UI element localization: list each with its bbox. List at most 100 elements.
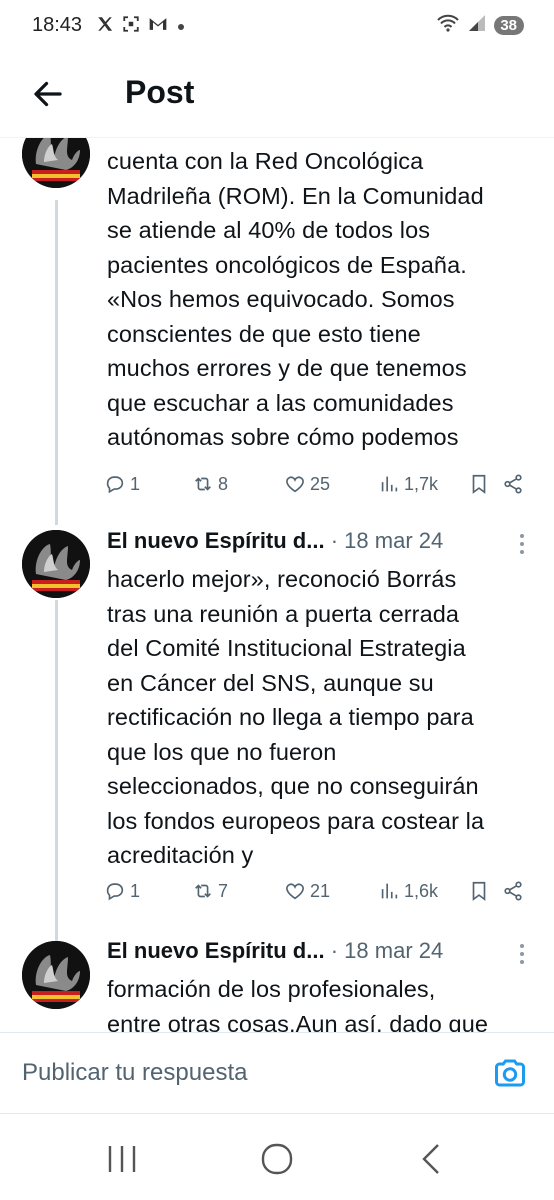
more-vertical-icon — [520, 944, 524, 948]
views-button[interactable]: 1,6k — [378, 880, 438, 902]
more-options-button[interactable] — [518, 944, 526, 968]
thread-connector — [55, 600, 58, 942]
post-text-line: «Nos hemos equivocado. Somos — [107, 286, 455, 312]
post-actions: 1 8 25 1,7k — [104, 473, 529, 503]
nav-back-button[interactable] — [412, 1142, 452, 1176]
home-circle-icon — [261, 1143, 293, 1175]
post-text: formación de los profesionales, entre ot… — [107, 972, 537, 1032]
more-options-button[interactable] — [518, 534, 526, 558]
post-text-line: rectificación no llega a tiempo para — [107, 704, 474, 730]
more-vertical-icon-dot — [520, 960, 524, 964]
like-button[interactable]: 25 — [284, 473, 330, 495]
post-text-line: conscientes de que esto tiene — [107, 320, 421, 347]
post-text-line: del Comité Institucional Estrategia — [107, 635, 466, 661]
post-actions: 1 7 21 1,6k — [104, 880, 529, 910]
bookmark-button[interactable] — [468, 473, 490, 495]
recent-apps-button[interactable] — [102, 1142, 142, 1176]
arrow-left-icon — [34, 81, 62, 107]
post-text-line: en Cáncer del SNS, aunque su — [107, 669, 434, 696]
post-text-line: acreditación y — [107, 842, 254, 868]
post-text-line: tras una reunión a puerta cerrada — [107, 600, 460, 627]
status-time: 18:43 — [32, 14, 83, 36]
bookmark-icon — [472, 881, 486, 901]
profile-image-icon — [22, 138, 90, 188]
repost-count: 7 — [218, 880, 229, 901]
page-title: Post — [125, 74, 195, 110]
camera-button[interactable] — [492, 1055, 528, 1091]
post-date[interactable]: 18 mar 24 — [344, 938, 443, 963]
reply-icon — [106, 476, 124, 494]
reply-button[interactable]: 1 — [104, 880, 140, 902]
views-chart-icon — [381, 883, 398, 899]
avatar[interactable] — [22, 138, 90, 188]
bookmark-button[interactable] — [468, 880, 490, 902]
system-icons: 38 — [436, 14, 524, 36]
like-button[interactable]: 21 — [284, 880, 330, 902]
chevron-left-icon — [422, 1144, 439, 1174]
recent-apps-icon — [108, 1146, 136, 1172]
repost-icon — [195, 884, 211, 898]
reply-input[interactable]: Publicar tu respuesta — [22, 1059, 462, 1091]
like-count: 21 — [310, 880, 331, 901]
gmail-icon — [148, 16, 168, 37]
reply-count: 1 — [130, 473, 141, 494]
wifi-icon — [436, 14, 460, 36]
views-button[interactable]: 1,7k — [378, 473, 438, 495]
thread-feed[interactable]: cuenta con la Red Oncológica Madrileña (… — [0, 138, 554, 1032]
x-logo-icon — [96, 15, 114, 38]
reply-icon — [106, 883, 124, 901]
more-vertical-icon — [520, 534, 524, 538]
post-text-line: muchos errores y de que tenemos — [107, 355, 467, 381]
avatar[interactable] — [22, 530, 90, 598]
more-vertical-icon-dot — [520, 542, 524, 546]
profile-image-icon — [22, 941, 90, 1009]
more-notifications-dot — [178, 23, 184, 30]
post-text-line: que escuchar a las comunidades — [107, 389, 454, 416]
battery-level: 38 — [500, 16, 517, 34]
share-button[interactable] — [502, 473, 524, 495]
status-bar: 18:43 38 — [0, 0, 554, 52]
camera-icon — [495, 1059, 525, 1087]
post-text-line: se atiende al 40% de todos los — [107, 217, 431, 243]
post-meta: El nuevo Espíritu d... · 18 mar 24 — [107, 528, 537, 558]
thread-connector — [55, 200, 58, 525]
reply-count: 1 — [130, 880, 141, 901]
back-button[interactable] — [30, 76, 66, 112]
author-name[interactable]: El nuevo Espíritu d... — [107, 938, 325, 963]
bookmark-icon — [472, 474, 486, 494]
repost-button[interactable]: 8 — [192, 473, 228, 495]
post-text: hacerlo mejor», reconoció Borrás tras un… — [107, 562, 537, 873]
share-icon — [504, 474, 522, 494]
more-vertical-icon-dot — [520, 550, 524, 554]
heart-icon — [286, 476, 304, 493]
repost-icon — [195, 477, 211, 491]
post-date[interactable]: 18 mar 24 — [344, 528, 443, 553]
screenshot-icon — [122, 15, 140, 38]
views-count: 1,7k — [404, 473, 439, 494]
home-button[interactable] — [257, 1142, 297, 1176]
views-chart-icon — [381, 476, 398, 492]
author-name[interactable]: El nuevo Espíritu d... — [107, 528, 325, 553]
post-text-line: hacerlo mejor», reconoció Borrás — [107, 566, 457, 592]
top-app-bar: Post — [0, 52, 554, 138]
post-text-line: los fondos europeos para costear la — [107, 807, 485, 834]
like-count: 25 — [310, 473, 331, 494]
repost-button[interactable]: 7 — [192, 880, 228, 902]
reply-button[interactable]: 1 — [104, 473, 140, 495]
views-count: 1,6k — [404, 880, 439, 901]
post-text-line: que los que no fueron — [107, 738, 337, 765]
meta-separator: · — [330, 938, 345, 963]
repost-count: 8 — [218, 473, 229, 494]
post-text-line: seleccionados, que no conseguirán — [107, 773, 479, 799]
more-vertical-icon-dot — [520, 952, 524, 956]
post-text-line: cuenta con la Red Oncológica — [107, 148, 424, 174]
share-button[interactable] — [502, 880, 524, 902]
reply-composer: Publicar tu respuesta — [0, 1032, 554, 1114]
signal-icon — [468, 14, 486, 36]
post-text: cuenta con la Red Oncológica Madrileña (… — [107, 144, 537, 455]
avatar[interactable] — [22, 941, 90, 1009]
notification-icons — [96, 15, 184, 38]
post-text-line: Madrileña (ROM). En la Comunidad — [107, 182, 484, 209]
post-text-line: entre otras cosas.Aun así, dado que — [107, 1010, 489, 1033]
post-text-line: pacientes oncológicos de España. — [107, 251, 467, 278]
